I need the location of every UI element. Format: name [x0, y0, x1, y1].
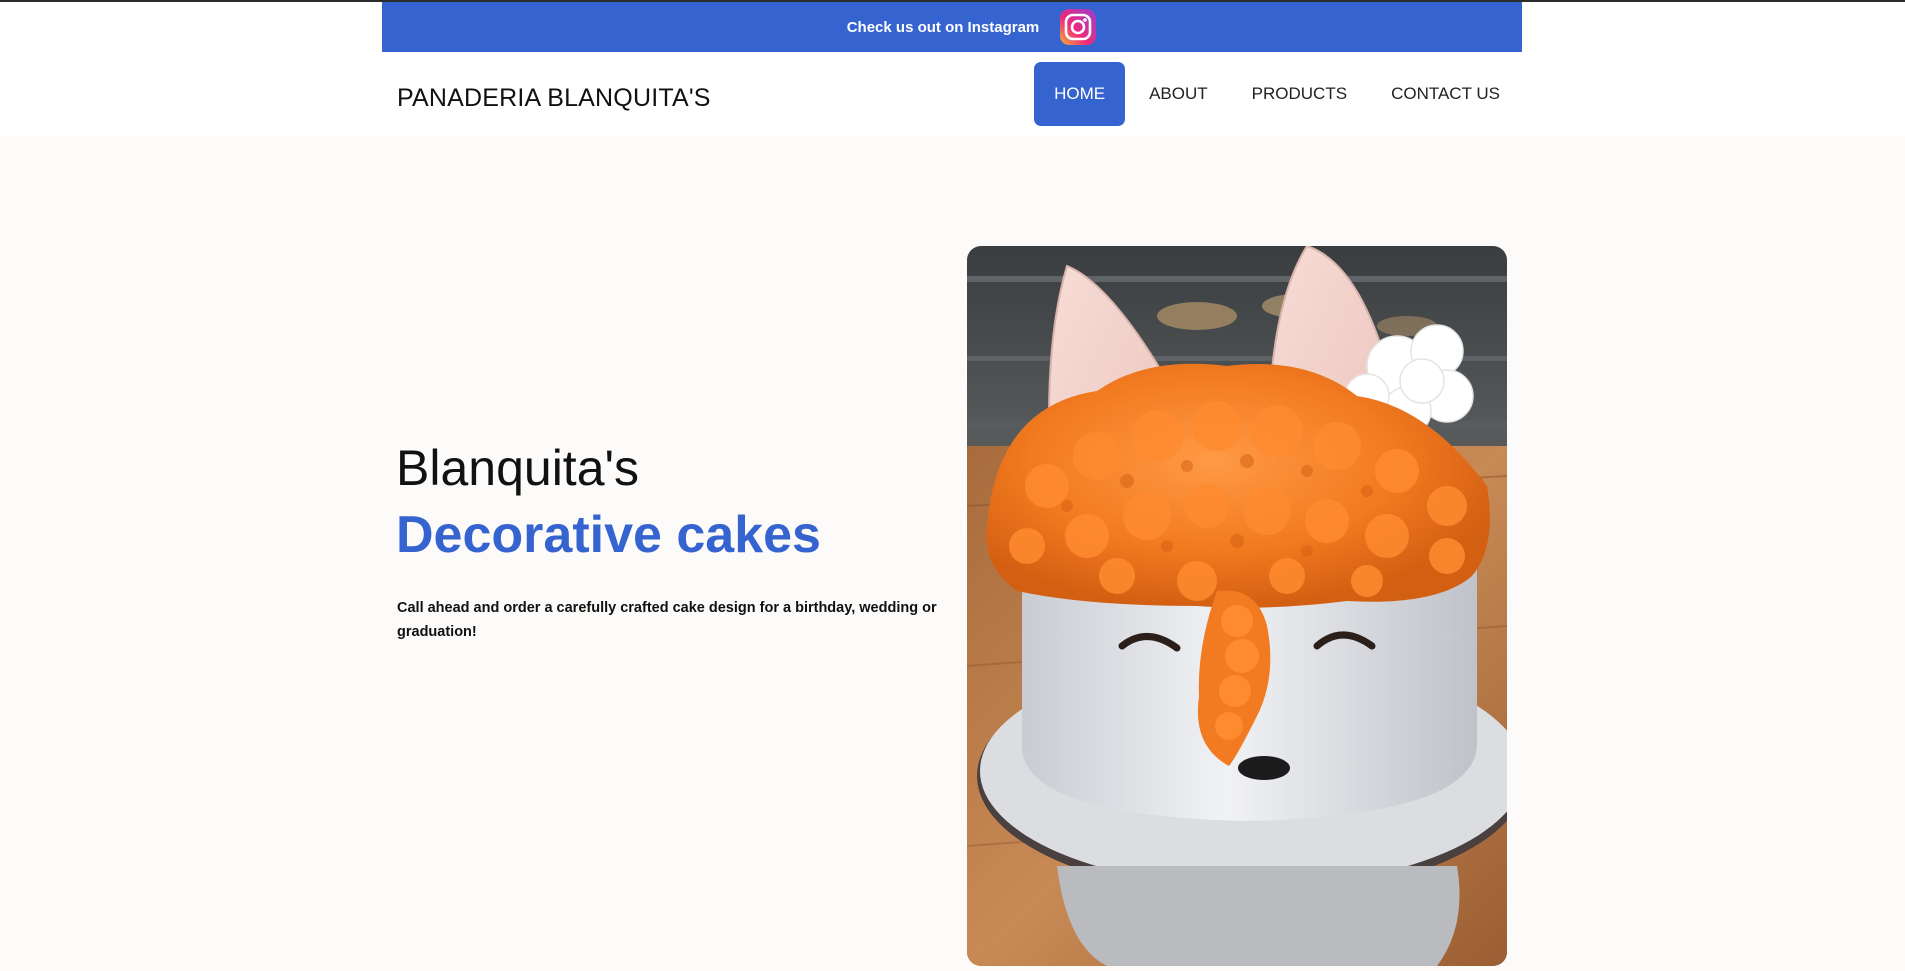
fox-cake-photo — [967, 246, 1507, 966]
nav-contact-us[interactable]: CONTACT US — [1369, 62, 1522, 126]
promo-bar: Check us out on Instagram — [382, 2, 1522, 52]
hero-subtitle: Decorative cakes — [396, 506, 821, 564]
main-nav: HOME ABOUT PRODUCTS CONTACT US — [1034, 62, 1522, 126]
nav-home[interactable]: HOME — [1034, 62, 1126, 126]
site-logo-text[interactable]: PANADERIA BLANQUITA'S — [397, 84, 711, 113]
promo-text: Check us out on Instagram — [846, 18, 1040, 36]
hero-description: Call ahead and order a carefully crafted… — [397, 600, 937, 640]
nav-products[interactable]: PRODUCTS — [1230, 62, 1369, 126]
instagram-icon[interactable] — [1059, 8, 1097, 46]
nav-about[interactable]: ABOUT — [1127, 62, 1230, 126]
hero-title: Blanquita's — [396, 440, 640, 496]
